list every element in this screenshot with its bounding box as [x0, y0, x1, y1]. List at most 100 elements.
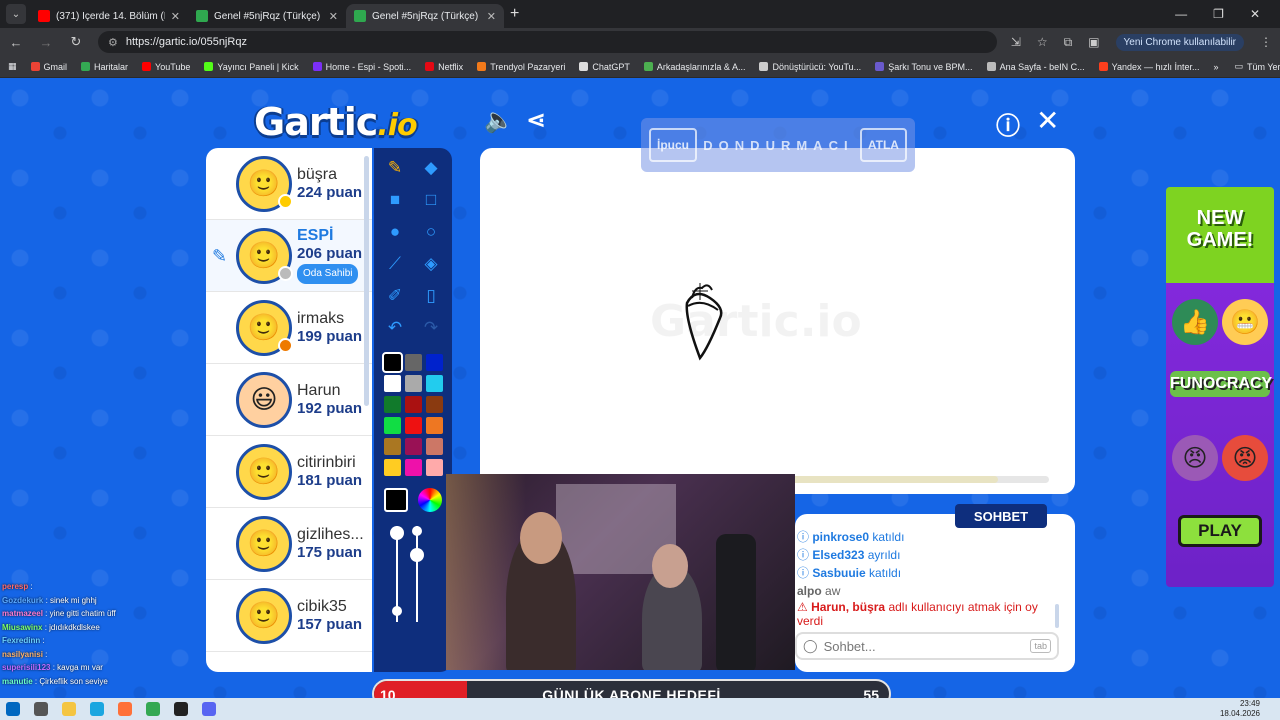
- browser-tab[interactable]: (371) İçerde 14. Bölüm (Full HD) ✕: [30, 4, 188, 28]
- tab-search-icon[interactable]: ⌄: [6, 4, 26, 24]
- tab-close-icon[interactable]: ✕: [487, 10, 496, 23]
- stream-chat-text: :: [30, 582, 33, 591]
- color-swatch[interactable]: [426, 459, 443, 476]
- info-icon[interactable]: ⓘ: [996, 106, 1020, 141]
- tab-close-icon[interactable]: ✕: [329, 10, 338, 23]
- extensions-icon[interactable]: ⧉: [1064, 35, 1073, 50]
- color-swatch[interactable]: [405, 417, 422, 434]
- eyedropper-tool-icon[interactable]: ✐: [382, 284, 408, 308]
- color-swatch[interactable]: [405, 354, 422, 371]
- tab-title: (371) İçerde 14. Bölüm (Full HD): [56, 10, 165, 22]
- clear-tool-icon[interactable]: ▯: [418, 284, 444, 308]
- brush-size-slider[interactable]: [390, 526, 404, 622]
- bookmark-item[interactable]: Trendyol Pazaryeri: [477, 62, 565, 72]
- browser-tab[interactable]: Genel #5njRqz (Türkçe) - Gartic ✕: [188, 4, 346, 28]
- color-swatch[interactable]: [426, 417, 443, 434]
- rect-tool-icon[interactable]: □: [418, 188, 444, 212]
- edge-icon[interactable]: [90, 702, 104, 716]
- bookmark-item[interactable]: Home - Espi - Spoti...: [312, 62, 411, 72]
- color-swatch[interactable]: [426, 375, 443, 392]
- bookmark-item[interactable]: Yayıncı Paneli | Kick: [204, 62, 299, 72]
- players-scrollbar[interactable]: [364, 156, 369, 406]
- bookmark-star-icon[interactable]: ☆: [1037, 35, 1048, 49]
- taskbar: 23:49 18.04.2026: [0, 698, 1280, 720]
- restore-icon[interactable]: ❐: [1213, 7, 1224, 21]
- bookmark-item[interactable]: Haritalar: [81, 62, 128, 72]
- stream-chat-user: nasilyanisi: [2, 649, 43, 659]
- player-row: ✎ 🙂 ESPİ 206 puan Oda Sahibi: [206, 220, 372, 292]
- chrome-update-badge[interactable]: Yeni Chrome kullanılabilir: [1115, 33, 1244, 51]
- circle-tool-icon[interactable]: ○: [418, 220, 444, 244]
- pencil-tool-icon[interactable]: ✎: [382, 156, 408, 180]
- bookmark-item[interactable]: Netflix: [425, 62, 463, 72]
- hint-button[interactable]: İpucu: [649, 128, 697, 162]
- color-swatch[interactable]: [384, 459, 401, 476]
- share-icon[interactable]: ⋖: [526, 106, 546, 135]
- discord-icon[interactable]: [202, 702, 216, 716]
- opacity-slider[interactable]: [410, 526, 424, 622]
- ad-banner[interactable]: NEW GAME! 👍 😬 FUNOCRACY 😠 😡 PLAY: [1166, 187, 1274, 587]
- browser-tab[interactable]: Genel #5njRqz (Türkçe) - Gartic ✕: [346, 4, 504, 28]
- color-swatch[interactable]: [384, 438, 401, 455]
- exit-icon[interactable]: ✕: [1036, 104, 1059, 137]
- sound-icon[interactable]: 🔈: [484, 106, 514, 135]
- bookmark-item[interactable]: Arkadaşlarınızla & A...: [643, 62, 745, 72]
- undo-tool-icon[interactable]: ↶: [382, 316, 408, 340]
- new-tab-icon[interactable]: +: [510, 5, 519, 23]
- search-icon[interactable]: [34, 702, 48, 716]
- reload-icon[interactable]: ↻: [68, 34, 84, 50]
- apps-icon[interactable]: ▦: [8, 61, 17, 72]
- menu-icon[interactable]: ⋮: [1260, 35, 1272, 49]
- more-bookmarks-icon[interactable]: »: [1214, 62, 1219, 72]
- bookmark-item[interactable]: Gmail: [30, 62, 67, 72]
- ad-play-button[interactable]: PLAY: [1178, 515, 1262, 547]
- filled-rect-tool-icon[interactable]: ■: [382, 188, 408, 212]
- forward-icon[interactable]: →: [38, 35, 54, 50]
- color-swatch[interactable]: [384, 375, 401, 392]
- color-swatch[interactable]: [405, 459, 422, 476]
- color-swatch[interactable]: [384, 396, 401, 413]
- close-window-icon[interactable]: ✕: [1250, 7, 1260, 21]
- chrome-icon[interactable]: [146, 702, 160, 716]
- files-icon[interactable]: [62, 702, 76, 716]
- drawing-canvas[interactable]: Gartic.io: [480, 148, 1075, 494]
- chat-input[interactable]: ◯ Sohbet... tab: [795, 632, 1059, 660]
- color-swatch[interactable]: [426, 354, 443, 371]
- bookmark-item[interactable]: YouTube: [142, 62, 190, 72]
- bookmark-label: Ana Sayfa - beIN C...: [999, 61, 1085, 72]
- tab-close-icon[interactable]: ✕: [171, 10, 180, 23]
- firefox-icon[interactable]: [118, 702, 132, 716]
- install-icon[interactable]: ⇲: [1011, 35, 1021, 49]
- bookmark-item[interactable]: ChatGPT: [579, 62, 630, 72]
- url-field[interactable]: ⚙ https://gartic.io/055njRqz: [98, 31, 997, 53]
- color-swatch[interactable]: [405, 438, 422, 455]
- chat-tab[interactable]: SOHBET: [955, 504, 1047, 528]
- color-wheel-icon[interactable]: [418, 488, 442, 512]
- all-bookmarks-link[interactable]: ▭ Tüm Yer İşaretleri: [1235, 61, 1280, 72]
- color-swatch[interactable]: [384, 417, 401, 434]
- skip-button[interactable]: ATLA: [859, 128, 907, 162]
- color-swatch[interactable]: [382, 352, 403, 373]
- bookmark-item[interactable]: Yandex — hızlı İnter...: [1098, 62, 1200, 72]
- site-info-icon[interactable]: ⚙: [108, 36, 118, 49]
- obs-icon[interactable]: [174, 702, 188, 716]
- profile-icon[interactable]: ▣: [1088, 35, 1099, 49]
- stream-chat-text: :: [42, 636, 45, 645]
- color-swatch[interactable]: [405, 375, 422, 392]
- color-swatch[interactable]: [426, 396, 443, 413]
- minimize-icon[interactable]: —: [1175, 7, 1187, 21]
- bookmark-item[interactable]: Dönüştürücü: YouTu...: [759, 62, 861, 72]
- redo-tool-icon[interactable]: ↷: [418, 316, 444, 340]
- color-swatch[interactable]: [405, 396, 422, 413]
- tab-favicon-icon: [38, 10, 50, 22]
- filled-circle-tool-icon[interactable]: ●: [382, 220, 408, 244]
- chat-scrollbar[interactable]: [1055, 604, 1059, 628]
- color-swatch[interactable]: [426, 438, 443, 455]
- back-icon[interactable]: ←: [8, 35, 24, 50]
- start-icon[interactable]: [6, 702, 20, 716]
- fill-tool-icon[interactable]: ◈: [418, 252, 444, 276]
- bookmark-item[interactable]: Ana Sayfa - beIN C...: [986, 61, 1085, 72]
- bookmark-item[interactable]: Şarkı Tonu ve BPM...: [875, 62, 973, 72]
- eraser-tool-icon[interactable]: ◆: [418, 156, 444, 180]
- line-tool-icon[interactable]: ⟋: [382, 252, 408, 276]
